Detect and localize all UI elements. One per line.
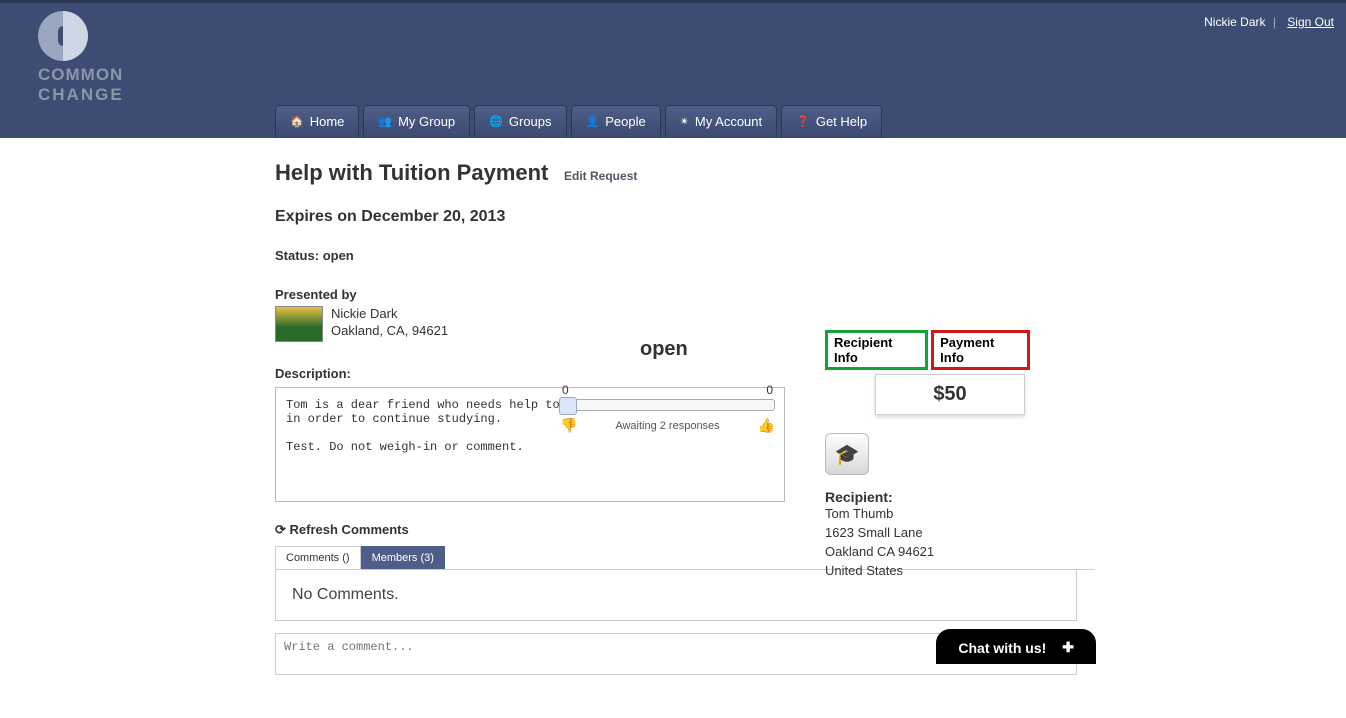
vote-slider-handle[interactable] — [559, 397, 577, 415]
nav-groups-label: Groups — [509, 114, 552, 129]
vote-counts: 0 0 — [560, 383, 775, 397]
amount-box: $50 — [875, 374, 1025, 415]
presenter-name[interactable]: Nickie Dark — [331, 306, 448, 323]
nav-people-label: People — [605, 114, 645, 129]
no-comments-text: No Comments. — [292, 586, 1060, 604]
logo-text-1: COMMON — [38, 65, 124, 85]
logo[interactable]: COMMON CHANGE — [38, 11, 124, 105]
gear-icon: ✴ — [680, 115, 689, 128]
status-value: open — [323, 248, 354, 263]
nav-myaccount[interactable]: ✴ My Account — [665, 105, 777, 138]
recipient-country: United States — [825, 562, 1030, 581]
vote-footer: 👎 Awaiting 2 responses 👍 — [560, 417, 775, 434]
thumbs-down-icon[interactable]: 👎 — [560, 417, 577, 434]
request-title: Help with Tuition Payment — [275, 160, 548, 186]
question-icon: ❓ — [796, 115, 810, 128]
presenter-avatar[interactable] — [275, 306, 323, 342]
logo-text-2: CHANGE — [38, 85, 124, 105]
status-open-heading: open — [640, 338, 688, 361]
tab-payment-info[interactable]: Payment Info — [931, 330, 1030, 370]
vote-slider[interactable] — [560, 399, 775, 411]
recipient-addr2: Oakland CA 94621 — [825, 543, 1030, 562]
info-tabs: Recipient Info Payment Info — [825, 330, 1030, 370]
tab-recipient-info[interactable]: Recipient Info — [825, 330, 928, 370]
refresh-icon: ⟳ — [275, 522, 286, 537]
recipient-block: Tom Thumb 1623 Small Lane Oakland CA 946… — [825, 505, 1030, 580]
globe-icon: 🌐 — [489, 115, 503, 128]
plus-icon: ✚ — [1062, 639, 1074, 656]
vote-down-count: 0 — [562, 383, 569, 397]
tab-members[interactable]: Members (3) — [361, 546, 445, 569]
nav-home-label: Home — [310, 114, 345, 129]
signout-link[interactable]: Sign Out — [1287, 15, 1334, 29]
person-icon: 👤 — [586, 115, 600, 128]
page-body: Help with Tuition Payment Edit Request E… — [0, 138, 1346, 718]
presented-by-label: Presented by — [275, 287, 1095, 302]
vote-block: 0 0 👎 Awaiting 2 responses 👍 — [560, 383, 775, 434]
recipient-addr1: 1623 Small Lane — [825, 524, 1030, 543]
group-icon: 👥 — [378, 115, 392, 128]
recipient-label: Recipient: — [825, 489, 1030, 505]
main-nav: 🏠 Home 👥 My Group 🌐 Groups 👤 People ✴ My Acco… — [275, 105, 882, 138]
home-icon: 🏠 — [290, 115, 304, 128]
current-user[interactable]: Nickie Dark — [1204, 15, 1265, 29]
nav-mygroup[interactable]: 👥 My Group — [363, 105, 470, 138]
chat-label: Chat with us! — [958, 640, 1046, 656]
refresh-label: Refresh Comments — [290, 522, 409, 537]
nav-myaccount-label: My Account — [695, 114, 762, 129]
top-header: COMMON CHANGE Nickie Dark | Sign Out 🏠 Ho… — [0, 0, 1346, 138]
logo-icon — [38, 11, 88, 61]
nav-home[interactable]: 🏠 Home — [275, 105, 359, 138]
expires-text: Expires on December 20, 2013 — [275, 208, 1095, 226]
nav-gethelp[interactable]: ❓ Get Help — [781, 105, 882, 138]
user-area: Nickie Dark | Sign Out — [1204, 15, 1334, 29]
tab-comments[interactable]: Comments () — [275, 546, 361, 569]
chat-widget[interactable]: Chat with us! ✚ — [936, 629, 1096, 664]
status-label: Status: — [275, 248, 319, 263]
nav-groups[interactable]: 🌐 Groups — [474, 105, 566, 138]
vote-up-count: 0 — [766, 383, 773, 397]
graduation-cap-icon: 🎓 — [825, 433, 869, 475]
status-line: Status: open — [275, 248, 1095, 263]
presenter-text: Nickie Dark Oakland, CA, 94621 — [331, 306, 448, 342]
separator: | — [1273, 15, 1276, 29]
edit-request-link[interactable]: Edit Request — [564, 169, 637, 183]
nav-gethelp-label: Get Help — [816, 114, 867, 129]
awaiting-text: Awaiting 2 responses — [615, 420, 719, 432]
nav-people[interactable]: 👤 People — [571, 105, 661, 138]
recipient-name: Tom Thumb — [825, 505, 1030, 524]
nav-mygroup-label: My Group — [398, 114, 455, 129]
thumbs-up-icon[interactable]: 👍 — [758, 417, 775, 434]
right-column: Recipient Info Payment Info $50 🎓 Recipi… — [825, 330, 1030, 580]
presenter-location: Oakland, CA, 94621 — [331, 323, 448, 340]
